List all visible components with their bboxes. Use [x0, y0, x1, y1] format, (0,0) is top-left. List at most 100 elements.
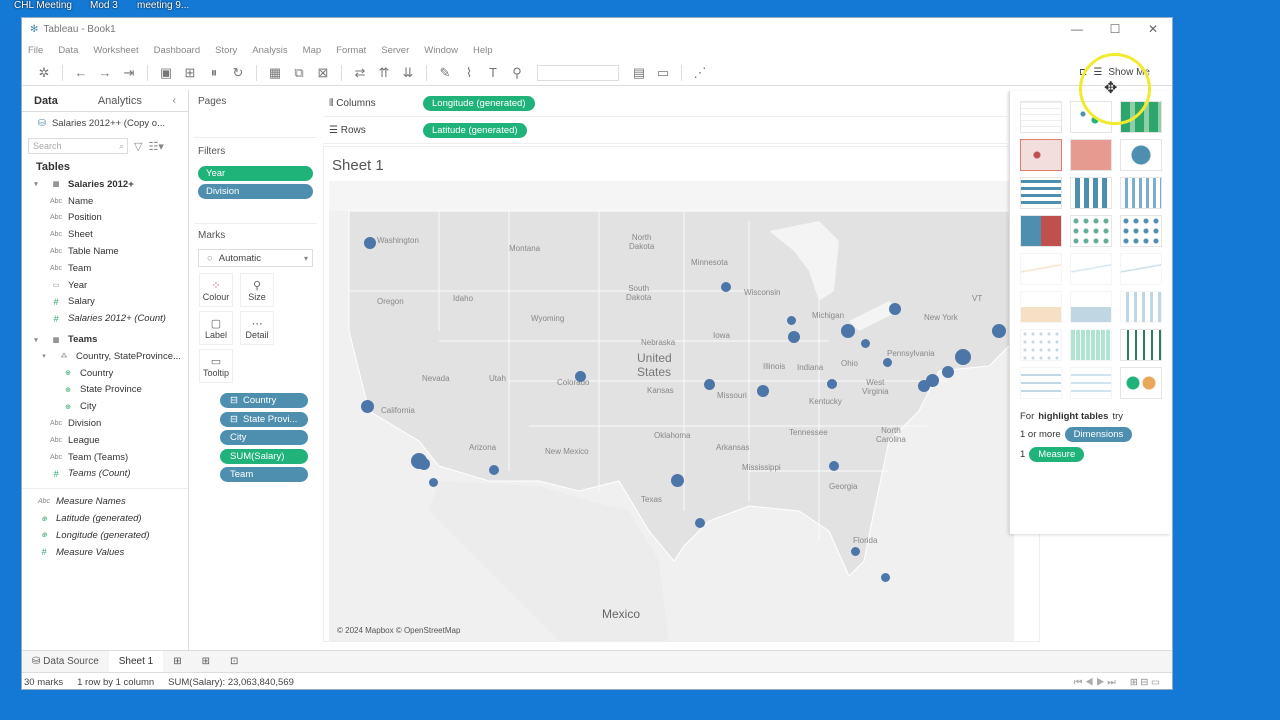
filter-icon[interactable]: ▽ — [134, 140, 142, 153]
maximize-button[interactable]: ☐ — [1096, 22, 1134, 36]
chart-text-table-thumb[interactable] — [1020, 101, 1062, 133]
chart-dual-line-thumb[interactable] — [1120, 253, 1162, 285]
field-team[interactable]: Abc Team — [22, 260, 188, 277]
chart-symbol-map-thumb[interactable] — [1020, 139, 1062, 171]
new-datasource-icon[interactable]: ⊞ — [178, 65, 202, 81]
map-mark-nyc[interactable] — [955, 349, 971, 365]
field-league[interactable]: Abc League — [22, 432, 188, 449]
undo-icon[interactable]: ← — [69, 65, 93, 80]
field-latitude[interactable]: ⊕ Latitude (generated) — [22, 510, 188, 527]
map-mark-anaheim[interactable] — [418, 458, 430, 470]
chart-circle-view-thumb[interactable] — [1070, 215, 1112, 247]
map-mark-tampa[interactable] — [851, 547, 860, 556]
chart-histogram-thumb[interactable] — [1070, 329, 1112, 361]
tab-analytics[interactable]: Analytics — [86, 95, 154, 107]
menu-format[interactable]: Format — [336, 45, 366, 56]
field-hierarchy[interactable]: ▾ ⁂ Country, StateProvince... — [22, 348, 188, 365]
map-mark-pittsburgh[interactable] — [883, 358, 892, 367]
desktop-icon-chl-meeting[interactable]: CHL Meeting — [14, 0, 72, 11]
map-mark-toronto[interactable] — [889, 303, 901, 315]
clear-sheet-icon[interactable]: ⊠ — [311, 65, 335, 81]
map-mark-minneapolis[interactable] — [721, 282, 731, 292]
new-worksheet-icon[interactable]: ▦ — [263, 65, 287, 81]
field-year[interactable]: ▭ Year — [22, 277, 188, 294]
map-view[interactable]: Washington Montana North Dakota Minnesot… — [329, 181, 1014, 641]
chart-scatter-thumb[interactable] — [1020, 329, 1062, 361]
chart-pie-thumb[interactable] — [1120, 139, 1162, 171]
menu-help[interactable]: Help — [473, 45, 493, 56]
map-mark-stl[interactable] — [757, 385, 769, 397]
field-sheet[interactable]: Abc Sheet — [22, 226, 188, 243]
field-division[interactable]: Abc Division — [22, 415, 188, 432]
expand-icon[interactable]: ▾ — [36, 352, 52, 360]
close-button[interactable]: ✕ — [1134, 22, 1172, 36]
presentation-icon[interactable]: ▭ — [651, 65, 675, 81]
chart-line-discrete-thumb[interactable] — [1020, 253, 1062, 285]
chart-bullet-thumb[interactable] — [1070, 367, 1112, 399]
map-mark-detroit[interactable] — [841, 324, 855, 338]
field-measure-names[interactable]: Abc Measure Names — [22, 493, 188, 510]
new-worksheet-tab-icon[interactable]: ⊞ — [163, 656, 191, 667]
field-name[interactable]: Abc Name — [22, 193, 188, 210]
group-icon[interactable]: ⌇ — [457, 65, 481, 81]
map-mark-cleveland[interactable] — [861, 339, 870, 348]
field-longitude[interactable]: ⊕ Longitude (generated) — [22, 527, 188, 544]
field-team-teams[interactable]: Abc Team (Teams) — [22, 449, 188, 466]
data-source-item[interactable]: ⛁ Salaries 2012++ (Copy o... — [22, 112, 188, 134]
chart-dual-combination-thumb[interactable] — [1120, 291, 1162, 323]
chart-box-whisker-thumb[interactable] — [1120, 329, 1162, 361]
marks-pill-state[interactable]: ⊟ State Provi... — [220, 411, 308, 427]
field-city[interactable]: ⊕ City — [22, 398, 188, 415]
collapse-pane-icon[interactable]: ‹ — [160, 95, 188, 107]
refresh-icon[interactable]: ↻ — [226, 65, 250, 81]
nav-buttons[interactable]: ⏮ ◀ ▶ ⏭ — [1074, 677, 1116, 688]
tab-data-source[interactable]: ⛁ Data Source — [22, 656, 109, 667]
map-mark-houston[interactable] — [695, 518, 705, 528]
chart-treemap-thumb[interactable] — [1020, 215, 1062, 247]
new-dashboard-tab-icon[interactable]: ⊞ — [192, 656, 220, 667]
map-mark-atlanta[interactable] — [829, 461, 839, 471]
pause-updates-icon[interactable]: ⏸ — [202, 65, 226, 81]
rows-shelf[interactable]: ☰ Rows Latitude (generated) — [323, 117, 1007, 144]
pages-card[interactable]: Pages — [194, 90, 317, 138]
new-story-tab-icon[interactable]: ⊡ — [220, 656, 248, 667]
field-table-name[interactable]: Abc Table Name — [22, 243, 188, 260]
chart-area-discrete-thumb[interactable] — [1020, 291, 1062, 323]
columns-pill-longitude[interactable]: Longitude (generated) — [423, 95, 535, 111]
map-mark-cincinnati[interactable] — [827, 379, 837, 389]
field-teams-count[interactable]: # Teams (Count) — [22, 466, 188, 483]
tab-sheet1[interactable]: Sheet 1 — [108, 650, 164, 673]
map-mark-sf[interactable] — [361, 400, 374, 413]
chart-gantt-thumb[interactable] — [1020, 367, 1062, 399]
table-salaries[interactable]: ▾ ▦ Salaries 2012+ — [22, 176, 188, 193]
map-mark-philadelphia[interactable] — [942, 366, 954, 378]
map-mark-miami[interactable] — [881, 573, 890, 582]
chart-filled-map-thumb[interactable] — [1070, 139, 1112, 171]
expand-icon[interactable]: ▾ — [28, 336, 44, 344]
chart-line-continuous-thumb[interactable] — [1070, 253, 1112, 285]
filters-card[interactable]: Filters Year Division — [194, 138, 317, 224]
map-mark-phoenix[interactable] — [489, 465, 499, 475]
search-input[interactable]: Search ⌕ — [28, 138, 128, 154]
swap-icon[interactable]: ⇄ — [348, 65, 372, 81]
marks-pill-sum-salary[interactable]: SUM(Salary) — [220, 448, 308, 464]
map-mark-dallas[interactable] — [671, 474, 684, 487]
highlight-icon[interactable]: ✎ — [433, 65, 457, 81]
menu-server[interactable]: Server — [381, 45, 409, 56]
detail-button[interactable]: ⋯ Detail — [240, 311, 275, 345]
menu-data[interactable]: Data — [58, 45, 78, 56]
map-mark-denver[interactable] — [575, 371, 586, 382]
field-measure-values[interactable]: # Measure Values — [22, 544, 188, 561]
menu-file[interactable]: File — [28, 45, 43, 56]
map-mark-washington-dc[interactable] — [918, 380, 930, 392]
tableau-home-icon[interactable]: ✲ — [32, 65, 56, 81]
redo-icon[interactable]: → — [93, 65, 117, 80]
columns-shelf[interactable]: ⦀ Columns Longitude (generated) — [323, 90, 1007, 117]
colour-button[interactable]: ⁘ Colour — [199, 273, 233, 307]
map-mark-milwaukee[interactable] — [787, 316, 796, 325]
menu-dashboard[interactable]: Dashboard — [154, 45, 200, 56]
filter-pill-division[interactable]: Division — [198, 184, 313, 199]
chart-hbar-thumb[interactable] — [1020, 177, 1062, 209]
field-salary[interactable]: # Salary — [22, 294, 188, 311]
show-cards-icon[interactable]: ▤ — [627, 65, 651, 81]
